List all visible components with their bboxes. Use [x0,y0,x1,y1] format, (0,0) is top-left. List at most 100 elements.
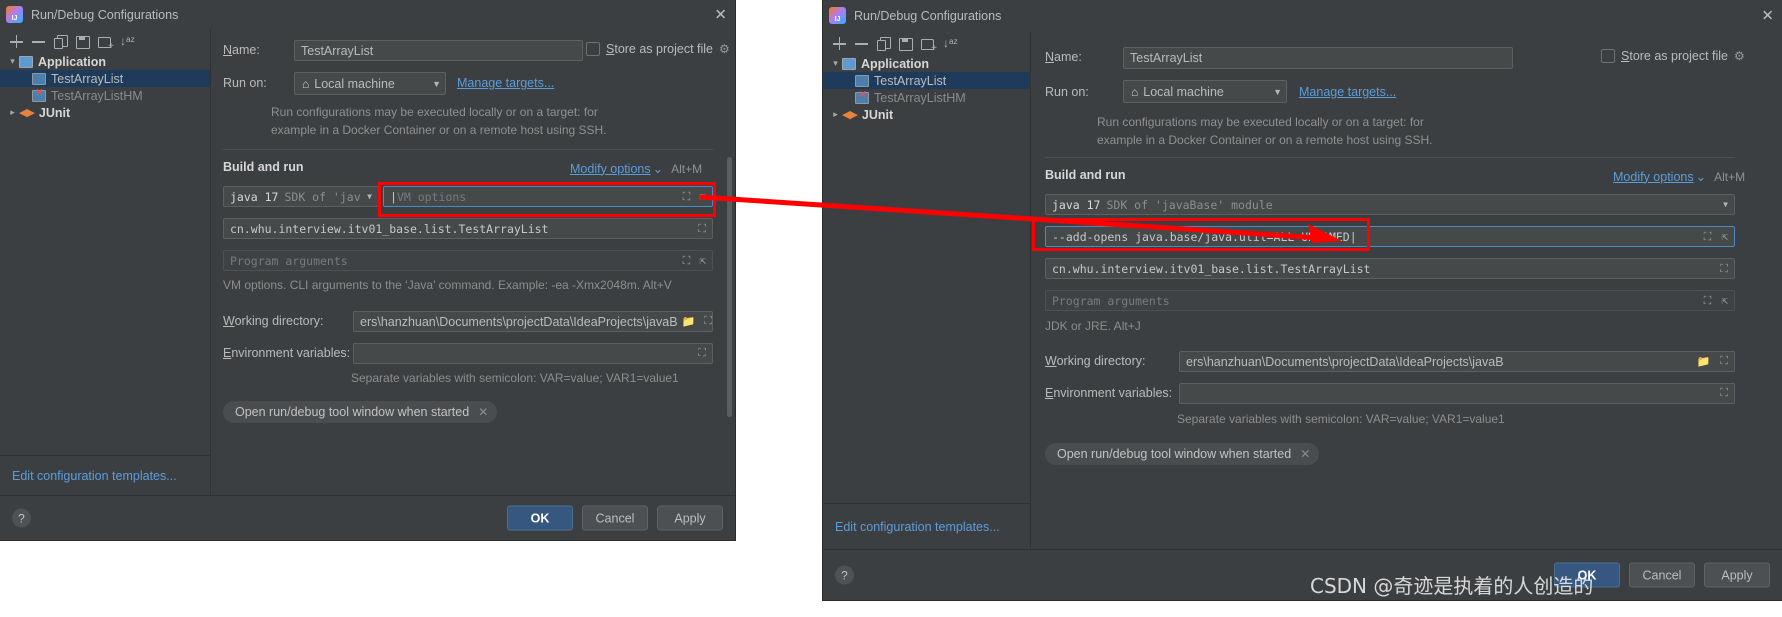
chip-label: Open run/debug tool window when started [1057,447,1292,461]
environment-variables-input-left[interactable]: ⛶ [353,343,713,364]
help-button[interactable]: ? [12,508,31,528]
chevron-right-icon[interactable] [6,107,19,118]
edit-configuration-templates-link[interactable]: Edit configuration templates... [835,520,1000,534]
browse-folder-icon[interactable]: 📁 [1697,355,1711,368]
tree-item-testarraylisthm[interactable]: TestArrayListHM [823,88,1030,106]
sort-icon[interactable]: ↓ᵃᶻ [943,37,958,50]
tree-item-label: TestArrayList [874,73,947,88]
gear-icon[interactable]: ⚙ [719,42,730,56]
close-icon[interactable]: ✕ [478,405,488,419]
modify-options-shortcut: Alt+M [1714,169,1746,184]
ok-button[interactable]: OK [507,505,573,531]
tree-item-application[interactable]: Application [823,55,1030,72]
program-arguments-input-right[interactable]: Program arguments ⛶ ⇱ [1045,290,1735,311]
fullscreen-icon[interactable]: ⇱ [1721,294,1728,307]
apply-button[interactable]: Apply [657,505,723,531]
add-icon[interactable] [833,37,846,50]
tree-item-testarraylist[interactable]: TestArrayList [823,72,1030,89]
fullscreen-icon[interactable]: ⇱ [699,254,706,267]
vm-options-input-right[interactable]: --add-opens java.base/java.util=ALL-UNNA… [1045,226,1735,247]
expand-icon[interactable]: ⛶ [698,347,706,360]
environment-variables-label: Environment variables: [223,346,351,360]
configurations-tree: Application TestArrayList TestArrayListH… [823,55,1030,123]
copy-icon[interactable] [54,35,68,49]
intellij-idea-icon [829,7,846,24]
store-as-project-file-checkbox[interactable] [586,42,600,56]
close-icon[interactable]: ✕ [1761,8,1774,23]
chevron-down-icon[interactable] [6,56,19,67]
tree-item-application[interactable]: Application [0,53,210,70]
modify-options-link[interactable]: Modify options [570,162,651,176]
run-on-combobox[interactable]: ⌂ Local machine ▼ [1123,80,1287,103]
remove-icon[interactable] [32,35,45,48]
chevron-down-icon[interactable] [829,58,842,69]
manage-targets-link[interactable]: Manage targets... [1299,85,1396,99]
open-tool-window-chip-left[interactable]: Open run/debug tool window when started … [223,401,498,423]
tree-item-testarraylist[interactable]: TestArrayList [0,70,210,87]
add-icon[interactable] [10,35,23,48]
tree-item-junit[interactable]: ◀▶ JUnit [823,106,1030,123]
expand-icon[interactable]: ⛶ [1704,294,1712,308]
working-directory-input-right[interactable]: ers\hanzhuan\Documents\projectData\IdeaP… [1179,351,1735,372]
modify-options-chevron-icon[interactable]: ⌄ [653,161,663,176]
browse-folder-icon[interactable]: 📁 [682,315,696,328]
expand-icon[interactable]: ⛶ [1720,355,1728,368]
build-and-run-title: Build and run [1045,168,1126,182]
edit-configuration-templates-row: Edit configuration templates... [823,503,1030,550]
expand-icon[interactable]: ⛶ [1720,387,1728,400]
expand-icon[interactable]: ⛶ [1704,230,1712,244]
left-titlebar: Run/Debug Configurations ✕ [0,0,735,29]
store-as-project-file-checkbox[interactable] [1601,49,1615,63]
save-icon[interactable] [899,37,913,51]
run-on-value: Local machine [1143,84,1224,99]
help-button[interactable]: ? [835,565,854,585]
run-config-error-icon [32,86,46,102]
environment-variables-input-right[interactable]: ⛶ [1179,383,1735,404]
new-folder-icon[interactable] [98,35,114,52]
apply-button[interactable]: Apply [1704,562,1770,588]
modify-options-chevron-icon[interactable]: ⌄ [1696,169,1706,184]
fullscreen-icon[interactable]: ⇱ [699,190,706,203]
open-tool-window-chip-right[interactable]: Open run/debug tool window when started … [1045,443,1320,465]
sort-icon[interactable]: ↓ᵃᶻ [120,35,135,48]
csdn-watermark: CSDN @奇迹是执着的人创造的 [1310,574,1594,598]
chevron-down-icon: ▼ [367,192,372,201]
manage-targets-link[interactable]: Manage targets... [457,76,554,90]
chevron-right-icon[interactable] [829,109,842,120]
expand-icon[interactable]: ⛶ [704,315,712,328]
home-icon: ⌂ [1131,84,1139,99]
fullscreen-icon[interactable]: ⇱ [1721,230,1728,243]
jdk-combobox-left[interactable]: java 17 SDK of 'jav ▼ [223,186,379,207]
close-icon[interactable]: ✕ [714,7,727,22]
save-icon[interactable] [76,35,90,49]
close-icon[interactable]: ✕ [1300,447,1310,461]
tree-item-testarraylisthm[interactable]: TestArrayListHM [0,86,210,104]
expand-icon[interactable]: ⛶ [683,190,691,204]
modify-options-link[interactable]: Modify options [1613,170,1694,184]
program-arguments-input-left[interactable]: Program arguments ⛶ ⇱ [223,250,713,271]
cancel-button[interactable]: Cancel [1629,562,1695,588]
expand-icon[interactable]: ⛶ [683,254,691,268]
run-on-combobox[interactable]: ⌂ Local machine ▼ [294,72,446,95]
copy-icon[interactable] [877,37,891,51]
new-folder-icon[interactable] [921,37,937,54]
expand-icon[interactable]: ⛶ [698,222,706,236]
vm-options-input-left[interactable]: | VM options ⛶ ⇱ [383,186,713,207]
name-label: Name: [223,43,260,57]
name-input[interactable]: TestArrayList [294,40,583,61]
tree-item-junit[interactable]: ◀▶ JUnit [0,104,210,121]
jdk-combobox-right[interactable]: java 17 SDK of 'javaBase' module ▼ [1045,194,1735,215]
main-class-input-left[interactable]: cn.whu.interview.itv01_base.list.TestArr… [223,218,713,239]
edit-configuration-templates-link[interactable]: Edit configuration templates... [12,469,177,483]
cancel-button[interactable]: Cancel [582,505,648,531]
gear-icon[interactable]: ⚙ [1734,49,1745,63]
name-input[interactable]: TestArrayList [1123,47,1513,69]
form-scrollbar[interactable] [727,157,732,417]
remove-icon[interactable] [855,37,868,50]
main-class-input-right[interactable]: cn.whu.interview.itv01_base.list.TestArr… [1045,258,1735,279]
configurations-tree: Application TestArrayList TestArrayListH… [0,53,210,121]
window-title: Run/Debug Configurations [854,8,1002,23]
window-title: Run/Debug Configurations [31,7,179,22]
working-directory-input-left[interactable]: ers\hanzhuan\Documents\projectData\IdeaP… [353,311,713,332]
expand-icon[interactable]: ⛶ [1720,262,1728,276]
